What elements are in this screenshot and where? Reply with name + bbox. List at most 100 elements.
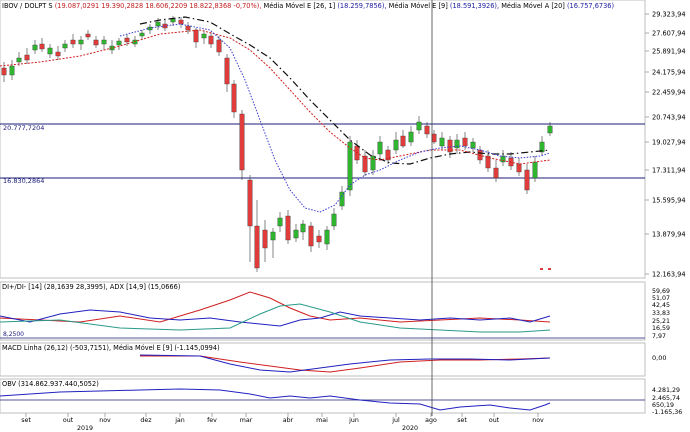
candle-up [439, 137, 445, 147]
macd-legend: MACD Linha (26,12) (-503,7151), Média Mó… [2, 344, 220, 352]
candle-down [178, 19, 184, 25]
adx-tick-label: 42,45 [652, 302, 670, 309]
candle-up [370, 155, 376, 171]
obv-axis: 4.281,292.465,74650,19-1.165,36 [652, 387, 682, 416]
adx-tick-label: 7,97 [652, 333, 666, 340]
adx-tick-label: 51,07 [652, 295, 670, 302]
price-tick-label: 25.891,94 [652, 48, 686, 56]
price-tick-label: 15.595,94 [652, 197, 686, 205]
candle-up [331, 213, 337, 227]
candle-down [400, 135, 406, 147]
candle-down [24, 54, 30, 61]
month-label: abr [283, 417, 294, 424]
hline-lower-label: 16.830,2864 [3, 177, 44, 185]
month-label: dez [140, 417, 152, 424]
marker-dot [548, 268, 551, 270]
month-label: set [457, 417, 467, 424]
macd-panel[interactable]: MACD Linha (26,12) (-503,7151), Média Mó… [0, 342, 666, 377]
month-label: mai [316, 417, 328, 424]
price-tick-label: 13.879,94 [652, 231, 686, 239]
marker-dot [540, 268, 543, 270]
candle-down [85, 33, 91, 38]
adx-legend: DI+/DI- [14] (28,1639 28,3995), ADX [14,… [2, 283, 180, 291]
candle-up [293, 229, 299, 239]
candle-down [93, 39, 99, 46]
adx-tick-label: 16,59 [652, 325, 670, 332]
candle-down [1, 67, 7, 76]
month-label: out [63, 417, 74, 424]
candle-down [70, 39, 76, 45]
month-label: out [489, 417, 500, 424]
candle-up [416, 121, 422, 131]
candle-down [285, 215, 291, 241]
adx-tick-label: 33,83 [652, 310, 670, 317]
macd-axis: 0,00 [652, 354, 666, 362]
chart-canvas[interactable]: 29.323,94 27.607,94 25.891,94 24.175,94 22.4… [0, 0, 690, 432]
month-label: jul [391, 417, 400, 424]
candle-down [316, 235, 322, 243]
year-label: 2019 [77, 425, 93, 432]
candle-up [116, 40, 122, 46]
candle-down [216, 39, 222, 53]
price-tick-label: 29.323,94 [652, 11, 686, 19]
candle-down [231, 83, 237, 113]
price-tick-label: 17.311,94 [652, 167, 686, 175]
obv-tick-label: 650,19 [652, 402, 674, 409]
adx-tick-label: 59,69 [652, 288, 670, 295]
candle-up [270, 231, 276, 241]
obv-tick-label: 2.465,74 [652, 395, 680, 402]
candle-up [300, 223, 306, 233]
candle-up [393, 139, 399, 151]
candle-up [470, 141, 476, 149]
candle-down [208, 35, 214, 45]
candle-down [424, 125, 430, 135]
macd-tick-label: 0,00 [652, 354, 666, 362]
obv-tick-label: -1.165,36 [652, 409, 682, 416]
candle-down [254, 225, 260, 269]
candle-up [32, 44, 38, 51]
candle-down [39, 43, 45, 50]
candle-up [78, 39, 84, 45]
price-axis: 29.323,94 27.607,94 25.891,94 24.175,94 22.4… [645, 11, 686, 279]
month-label: fev [207, 417, 217, 424]
candle-up [170, 18, 176, 23]
month-label: ago [425, 417, 437, 424]
price-panel[interactable]: 29.323,94 27.607,94 25.891,94 24.175,94 22.4… [0, 0, 686, 279]
candle-down [262, 229, 268, 249]
candle-up [155, 21, 161, 27]
month-label: set [21, 417, 31, 424]
adx-hline-label: 8,2500 [3, 331, 24, 338]
price-tick-label: 20.743,94 [652, 114, 686, 122]
candle-down [308, 225, 314, 247]
candle-down [124, 37, 130, 43]
price-tick-label: 12.163,94 [652, 271, 686, 279]
candle-up [101, 39, 107, 45]
candle-up [408, 131, 414, 143]
candle-down [193, 29, 199, 43]
price-tick-label: 22.459,94 [652, 89, 686, 97]
candle-up [47, 47, 53, 55]
candle-up [139, 32, 145, 37]
candle-up [377, 141, 383, 155]
price-tick-label: 19.027,94 [652, 139, 686, 147]
adx-panel[interactable]: DI+/DI- [14] (28,1639 28,3995), ADX [14,… [0, 281, 670, 341]
candle-up [9, 65, 15, 76]
candle-up [547, 125, 553, 134]
obv-tick-label: 4.281,29 [652, 387, 680, 394]
month-label: mar [240, 417, 253, 424]
adx-tick-label: 25,21 [652, 318, 670, 325]
candle-down [524, 169, 530, 191]
candle-down [185, 25, 191, 31]
price-legend: IBOV / DOLPT S (19.087,0291 19.390,2828 … [2, 2, 614, 10]
candle-up [16, 57, 22, 63]
candle-up [277, 217, 283, 227]
candle-down [516, 163, 522, 173]
month-label: jun [348, 417, 359, 424]
candle-down [462, 137, 468, 147]
candle-down [55, 51, 61, 57]
month-label: nov [99, 417, 111, 424]
candle-up [62, 43, 68, 49]
hline-upper-label: 20.777,7204 [3, 124, 44, 132]
candle-up [324, 229, 330, 245]
obv-panel[interactable]: OBV (314.862.937.440,5052) 4.281,292.465… [0, 378, 682, 416]
